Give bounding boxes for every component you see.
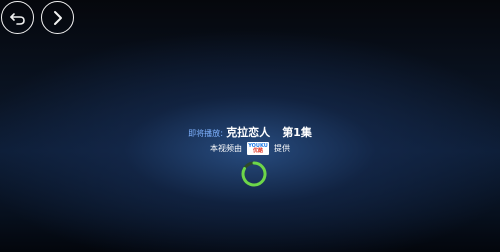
- provided-by-suffix: 提供: [274, 144, 290, 153]
- back-arrow-icon: [9, 12, 25, 25]
- youku-logo-bottom: 优酷: [252, 147, 263, 154]
- loading-spinner-icon: [241, 161, 267, 187]
- up-next-separator: :: [220, 129, 224, 139]
- chevron-right-icon: [53, 10, 62, 25]
- forward-button[interactable]: [41, 1, 74, 34]
- up-next-label: 即将播放: [188, 129, 221, 138]
- episode-label: 第1集: [282, 126, 312, 139]
- up-next-line: 即将播放 : 克拉恋人 第1集: [0, 124, 500, 140]
- player-screen: 即将播放 : 克拉恋人 第1集 本视频由 YOUKU 优酷 提供: [0, 0, 500, 252]
- back-button[interactable]: [1, 1, 34, 34]
- youku-logo: YOUKU 优酷: [247, 142, 269, 155]
- video-title: 克拉恋人: [226, 126, 271, 139]
- provided-by-prefix: 本视频由: [210, 144, 242, 153]
- provider-line: 本视频由 YOUKU 优酷 提供: [0, 142, 500, 155]
